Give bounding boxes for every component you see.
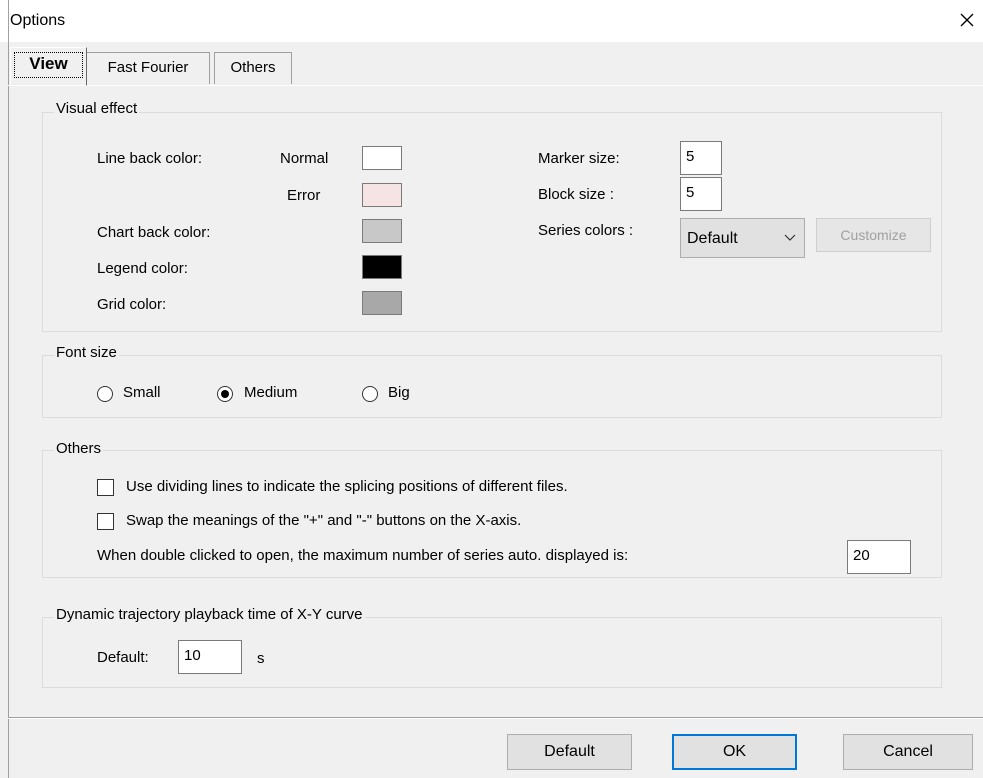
visual-effect-group (42, 112, 942, 332)
tab-label: Others (230, 59, 276, 76)
legend-color-swatch[interactable] (362, 255, 402, 279)
chart-back-color-swatch[interactable] (362, 219, 402, 243)
max-series-input[interactable]: 20 (847, 540, 911, 574)
chevron-down-icon (784, 234, 796, 241)
marker-size-input[interactable]: 5 (680, 141, 722, 175)
block-size-input[interactable]: 5 (680, 177, 722, 211)
grid-color-label: Grid color: (97, 296, 167, 313)
error-color-swatch[interactable] (362, 183, 402, 207)
group-title: Font size (54, 344, 119, 361)
default-time-label: Default: (97, 649, 149, 666)
tab-label: View (29, 54, 68, 73)
line-back-color-label: Line back color: (97, 150, 203, 167)
group-title: Visual effect (54, 100, 140, 117)
group-title: Others (54, 440, 104, 457)
footer-separator-highlight (8, 718, 983, 719)
block-size-label: Block size : (538, 186, 614, 203)
grid-color-swatch[interactable] (362, 291, 402, 315)
series-colors-selected: Default (687, 230, 738, 247)
radio-big[interactable] (362, 386, 378, 402)
series-colors-label: Series colors : (538, 222, 634, 239)
group-title: Dynamic trajectory playback time of X-Y … (54, 606, 365, 623)
dialog-left-border (8, 0, 9, 778)
swap-buttons-label: Swap the meanings of the "+" and "-" but… (126, 512, 522, 529)
series-colors-dropdown[interactable]: Default (680, 218, 805, 258)
error-label: Error (287, 187, 321, 204)
close-icon[interactable] (955, 8, 979, 32)
window-title: Options (10, 12, 66, 29)
swap-buttons-checkbox[interactable] (97, 513, 114, 530)
radio-medium[interactable] (217, 386, 233, 402)
max-series-label: When double clicked to open, the maximum… (97, 547, 629, 564)
tab-view[interactable]: View (10, 47, 87, 86)
cancel-button[interactable]: Cancel (843, 734, 973, 770)
radio-big-label: Big (388, 384, 410, 401)
chart-back-color-label: Chart back color: (97, 224, 211, 241)
marker-size-label: Marker size: (538, 150, 620, 167)
tab-label: Fast Fourier (107, 59, 189, 76)
tabstrip-line (8, 85, 983, 86)
radio-small[interactable] (97, 386, 113, 402)
playback-group (42, 617, 942, 688)
dividing-lines-label: Use dividing lines to indicate the splic… (126, 478, 568, 495)
tab-others[interactable]: Others (214, 52, 292, 84)
ok-button[interactable]: OK (672, 734, 797, 770)
dividing-lines-checkbox[interactable] (97, 479, 114, 496)
customize-button[interactable]: Customize (816, 218, 931, 252)
radio-small-label: Small (123, 384, 161, 401)
playback-time-input[interactable]: 10 (178, 640, 242, 674)
font-size-group (42, 355, 942, 418)
radio-medium-label: Medium (244, 384, 298, 401)
seconds-unit-label: s (257, 650, 265, 667)
default-button[interactable]: Default (507, 734, 632, 770)
normal-color-swatch[interactable] (362, 146, 402, 170)
tab-fast-fourier[interactable]: Fast Fourier (86, 52, 210, 84)
normal-label: Normal (280, 150, 329, 167)
legend-color-label: Legend color: (97, 260, 188, 277)
title-bar (0, 0, 983, 42)
